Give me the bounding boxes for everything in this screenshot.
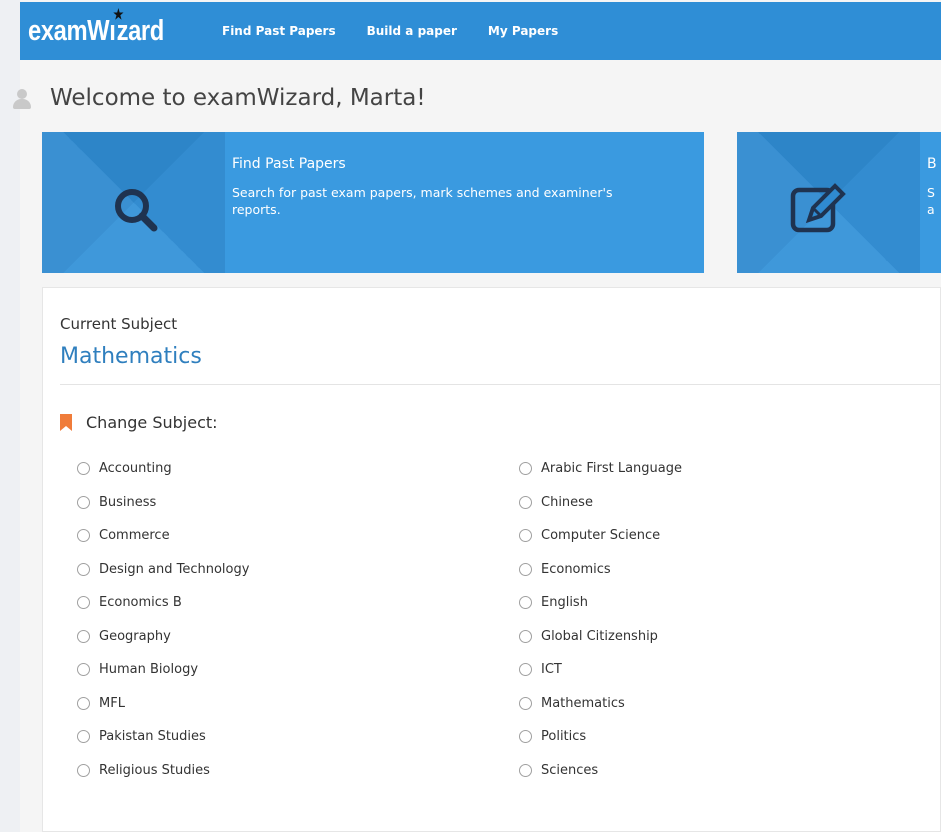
radio-button[interactable] xyxy=(519,462,532,476)
divider xyxy=(60,384,941,385)
subject-option-pakistan-studies[interactable]: Pakistan Studies xyxy=(77,720,249,754)
welcome-heading: Welcome to examWizard, Marta! xyxy=(13,80,426,116)
radio-button[interactable] xyxy=(77,596,90,610)
radio-button[interactable] xyxy=(77,462,90,476)
radio-button[interactable] xyxy=(77,663,90,677)
subject-option-religious-studies[interactable]: Religious Studies xyxy=(77,754,249,788)
subject-option-sciences[interactable]: Sciences xyxy=(519,754,682,788)
build-a-paper-tile[interactable]: B S a xyxy=(737,132,941,273)
current-subject-value: Mathematics xyxy=(60,344,202,369)
find-past-papers-tile[interactable]: Find Past Papers Search for past exam pa… xyxy=(42,132,704,273)
radio-button[interactable] xyxy=(77,629,90,643)
subject-column-2: Arabic First Language Chinese Computer S… xyxy=(519,452,682,787)
subject-option-commerce[interactable]: Commerce xyxy=(77,519,249,553)
subject-option-economics-b[interactable]: Economics B xyxy=(77,586,249,620)
logo-star-icon: ★ xyxy=(113,5,124,22)
subject-option-business[interactable]: Business xyxy=(77,486,249,520)
subject-option-economics[interactable]: Economics xyxy=(519,553,682,587)
tile-description: S a xyxy=(927,185,935,217)
subject-option-human-biology[interactable]: Human Biology xyxy=(77,653,249,687)
radio-button[interactable] xyxy=(77,562,90,576)
subject-option-computer-science[interactable]: Computer Science xyxy=(519,519,682,553)
subject-option-design-and-technology[interactable]: Design and Technology xyxy=(77,553,249,587)
radio-button[interactable] xyxy=(519,763,532,777)
subject-option-global-citizenship[interactable]: Global Citizenship xyxy=(519,620,682,654)
subject-option-chinese[interactable]: Chinese xyxy=(519,486,682,520)
subject-panel: Current Subject Mathematics Change Subje… xyxy=(42,287,941,832)
radio-button[interactable] xyxy=(519,596,532,610)
examwizard-logo[interactable]: examWızard ★ xyxy=(28,6,176,48)
radio-button[interactable] xyxy=(77,763,90,777)
radio-button[interactable] xyxy=(77,529,90,543)
subject-option-politics[interactable]: Politics xyxy=(519,720,682,754)
radio-button[interactable] xyxy=(77,696,90,710)
change-subject-label: Change Subject: xyxy=(86,413,218,432)
subject-option-geography[interactable]: Geography xyxy=(77,620,249,654)
subject-option-english[interactable]: English xyxy=(519,586,682,620)
radio-button[interactable] xyxy=(519,529,532,543)
radio-button[interactable] xyxy=(77,730,90,744)
current-subject-label: Current Subject xyxy=(60,315,178,333)
user-icon xyxy=(12,87,32,109)
radio-button[interactable] xyxy=(77,495,90,509)
radio-button[interactable] xyxy=(519,663,532,677)
subject-option-ict[interactable]: ICT xyxy=(519,653,682,687)
radio-button[interactable] xyxy=(519,562,532,576)
edit-icon xyxy=(790,183,846,233)
tile-title: Find Past Papers xyxy=(232,156,346,172)
nav-my-papers[interactable]: My Papers xyxy=(488,24,558,38)
subject-option-mfl[interactable]: MFL xyxy=(77,687,249,721)
subject-option-accounting[interactable]: Accounting xyxy=(77,452,249,486)
radio-button[interactable] xyxy=(519,730,532,744)
radio-button[interactable] xyxy=(519,495,532,509)
bookmark-icon xyxy=(60,414,72,431)
search-icon xyxy=(115,189,158,232)
top-navbar: examWızard ★ Find Past Papers Build a pa… xyxy=(20,2,941,60)
nav-find-past-papers[interactable]: Find Past Papers xyxy=(222,24,336,38)
tile-title: B xyxy=(927,156,937,172)
subject-column-1: Accounting Business Commerce Design and … xyxy=(77,452,249,787)
tile-description: Search for past exam papers, mark scheme… xyxy=(232,185,613,217)
welcome-text: Welcome to examWizard, Marta! xyxy=(50,85,426,111)
radio-button[interactable] xyxy=(519,629,532,643)
subject-option-mathematics[interactable]: Mathematics xyxy=(519,687,682,721)
nav-build-a-paper[interactable]: Build a paper xyxy=(367,24,457,38)
subject-option-arabic-first-language[interactable]: Arabic First Language xyxy=(519,452,682,486)
page: examWızard ★ Find Past Papers Build a pa… xyxy=(13,0,941,832)
change-subject-heading: Change Subject: xyxy=(60,413,218,432)
radio-button[interactable] xyxy=(519,696,532,710)
